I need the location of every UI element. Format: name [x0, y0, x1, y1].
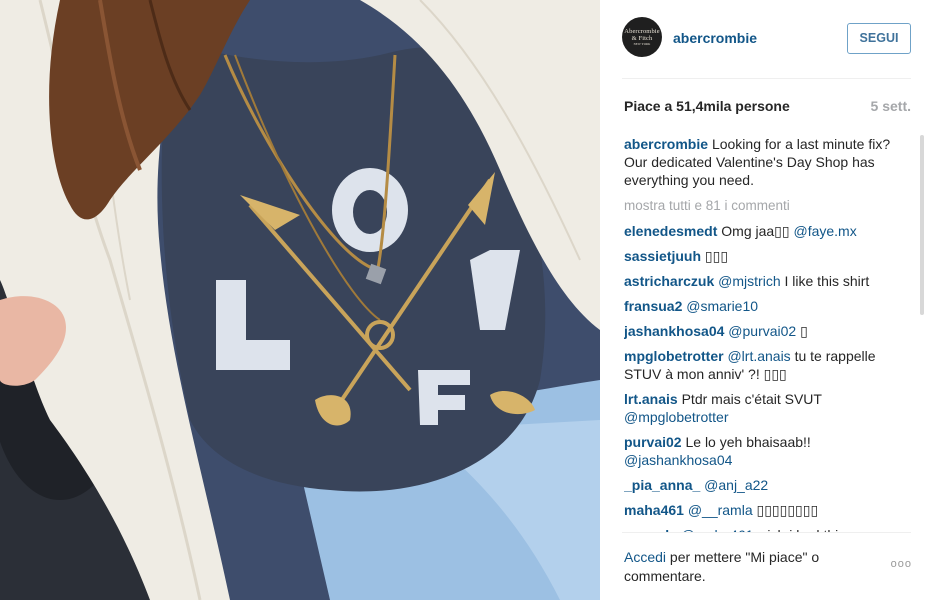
- comments-scrollbar[interactable]: [916, 130, 926, 532]
- comment-username[interactable]: elenedesmedt: [624, 223, 717, 239]
- comment-row: maha461 @__ramla ▯▯▯▯▯▯▯▯: [624, 501, 900, 519]
- comment-text: Omg jaa▯▯: [721, 223, 790, 239]
- avatar[interactable]: Abercrombie & Fitch NEW YORK: [622, 17, 662, 57]
- avatar-logo: Abercrombie & Fitch NEW YORK: [622, 28, 662, 46]
- comment-row: jashankhosa04 @purvai02 ▯: [624, 322, 900, 340]
- post-caption: abercrombie Looking for a last minute fi…: [624, 135, 900, 189]
- comment-username[interactable]: astricharczuk: [624, 273, 714, 289]
- comment-username[interactable]: fransua2: [624, 298, 682, 314]
- comment-mention[interactable]: @lrt.anais: [727, 348, 790, 364]
- avatar-logo-subtext: NEW YORK: [633, 42, 651, 46]
- comment-text: I like this shirt: [784, 273, 870, 289]
- comment-mention[interactable]: @mjstrich: [718, 273, 780, 289]
- comments-list[interactable]: abercrombie Looking for a last minute fi…: [624, 135, 900, 532]
- comment-mention[interactable]: @mpglobetrotter: [624, 409, 728, 425]
- comment-mention[interactable]: @__ramla: [688, 502, 753, 518]
- comment-username[interactable]: _pia_anna_: [624, 477, 700, 493]
- comment-row: fransua2 @smarie10: [624, 297, 900, 315]
- avatar-logo-text: Abercrombie & Fitch: [624, 28, 660, 42]
- login-link[interactable]: Accedi: [624, 549, 666, 565]
- comment-mention[interactable]: @purvai02: [728, 323, 796, 339]
- footer-divider: [622, 532, 911, 533]
- comment-text: ▯▯▯: [704, 248, 729, 264]
- comment-row: astricharczuk @mjstrich I like this shir…: [624, 272, 900, 290]
- comment-username[interactable]: lrt.anais: [624, 391, 678, 407]
- likes-count[interactable]: Piace a 51,4mila persone: [624, 98, 790, 114]
- comment-row: elenedesmedt Omg jaa▯▯ @faye.mx: [624, 222, 900, 240]
- comment-mention[interactable]: @jashankhosa04: [624, 452, 732, 468]
- comment-mention[interactable]: @anj_a22: [704, 477, 768, 493]
- follow-button[interactable]: SEGUI: [847, 23, 911, 54]
- comment-username[interactable]: jashankhosa04: [624, 323, 724, 339]
- account-username[interactable]: abercrombie: [673, 30, 757, 46]
- header-divider: [622, 78, 911, 79]
- comment-row: purvai02 Le lo yeh bhaisaab!! @jashankho…: [624, 433, 900, 469]
- comment-row: _pia_anna_ @anj_a22: [624, 476, 900, 494]
- post-header: Abercrombie & Fitch NEW YORK abercrombie…: [600, 0, 926, 78]
- comment-mention[interactable]: @faye.mx: [793, 223, 856, 239]
- comment-row: sassietjuuh ▯▯▯: [624, 247, 900, 265]
- comment-text: ▯: [800, 323, 808, 339]
- comment-text: Ptdr mais c'était SVUT: [681, 391, 822, 407]
- comment-username[interactable]: mpglobetrotter: [624, 348, 724, 364]
- comment-row: mpglobetrotter @lrt.anais tu te rappelle…: [624, 347, 900, 383]
- more-options-icon[interactable]: ooo: [891, 558, 912, 570]
- post-time[interactable]: 5 sett.: [871, 98, 911, 114]
- comments-scrollbar-thumb[interactable]: [920, 135, 924, 315]
- comment-row: lrt.anais Ptdr mais c'était SVUT @mpglob…: [624, 390, 900, 426]
- comment-username[interactable]: purvai02: [624, 434, 682, 450]
- view-all-comments-link[interactable]: mostra tutti e 81 i commenti: [624, 197, 900, 215]
- comment-username[interactable]: sassietjuuh: [624, 248, 701, 264]
- post-details-panel: Abercrombie & Fitch NEW YORK abercrombie…: [600, 0, 926, 600]
- post-photo: [0, 0, 600, 600]
- comment-username[interactable]: maha461: [624, 502, 684, 518]
- login-prompt: Accedi per mettere "Mi piace" o commenta…: [624, 548, 874, 586]
- caption-username[interactable]: abercrombie: [624, 136, 708, 152]
- comment-text: Le lo yeh bhaisaab!!: [685, 434, 811, 450]
- comment-text: ▯▯▯▯▯▯▯▯: [756, 502, 819, 518]
- comment-mention[interactable]: @smarie10: [686, 298, 758, 314]
